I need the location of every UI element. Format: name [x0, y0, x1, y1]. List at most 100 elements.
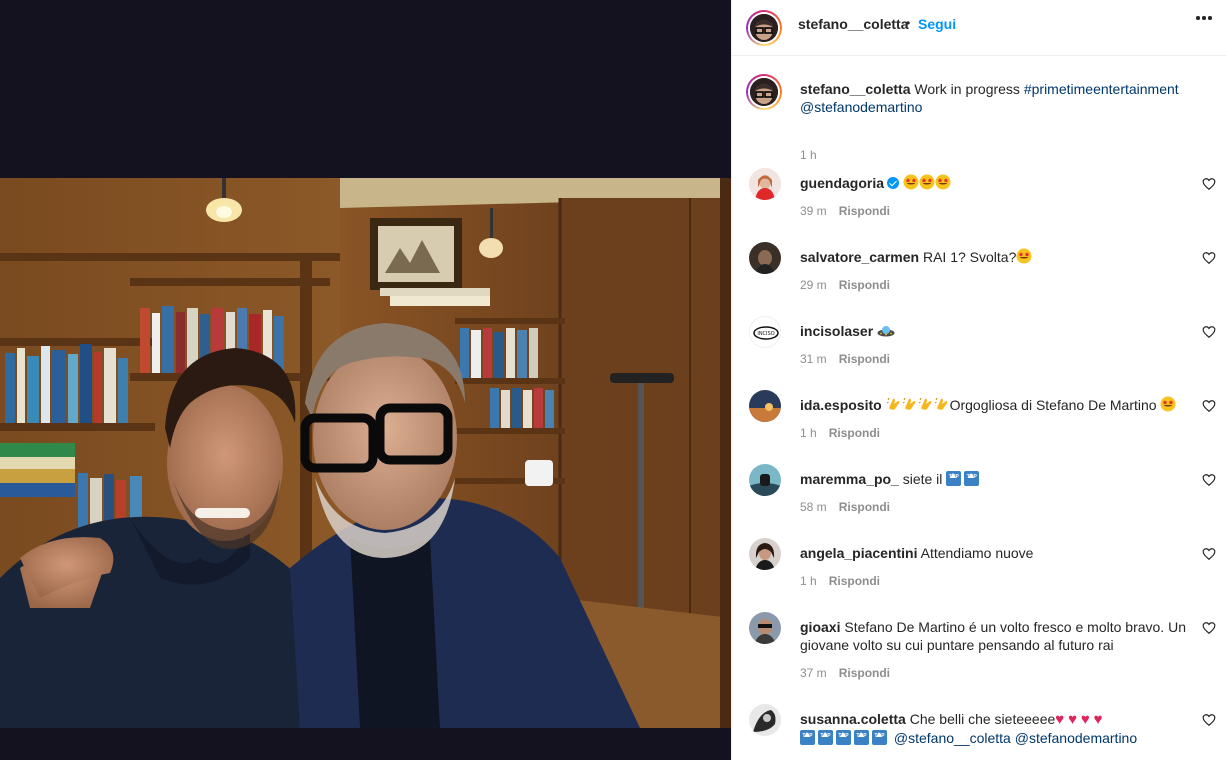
comment-username[interactable]: susanna.coletta: [800, 711, 906, 727]
comment-text: salvatore_carmen RAI 1? Svolta?: [800, 248, 1195, 268]
comment-username[interactable]: guendagoria: [800, 175, 884, 191]
verified-badge-icon: [887, 177, 900, 189]
caption-username[interactable]: stefano__coletta: [800, 81, 910, 97]
like-heart-icon[interactable]: [1202, 621, 1216, 635]
flying-saucer-emoji-icon: [877, 324, 895, 342]
comment-username[interactable]: incisolaser: [800, 323, 873, 339]
avatar-image: [749, 612, 781, 644]
clapping-hands-emoji-icon: [918, 396, 934, 416]
comment-meta: 31 m Rispondi: [800, 352, 890, 366]
more-options-icon[interactable]: [1194, 14, 1214, 34]
top-arrow-emoji-icon: [872, 727, 887, 745]
follow-button[interactable]: Segui: [918, 16, 956, 32]
like-heart-icon[interactable]: [1202, 325, 1216, 339]
avatar-image: [749, 390, 781, 422]
author-avatar-image: [750, 14, 778, 42]
comment-text: incisolaser: [800, 322, 1195, 342]
like-heart-icon[interactable]: [1202, 473, 1216, 487]
like-heart-icon[interactable]: [1202, 547, 1216, 561]
reply-button[interactable]: Rispondi: [829, 574, 880, 588]
comment-body: Stefano De Martino é un volto fresco e m…: [800, 619, 1186, 653]
reply-button[interactable]: Rispondi: [839, 204, 890, 218]
clapping-hands-emoji-icon: [886, 396, 902, 416]
comment-text: angela_piacentini Attendiamo nuove: [800, 544, 1195, 562]
comment-meta: 37 m Rispondi: [800, 666, 890, 680]
reply-button[interactable]: Rispondi: [839, 500, 890, 514]
comment-time[interactable]: 31 m: [800, 352, 827, 366]
reply-button[interactable]: Rispondi: [839, 666, 890, 680]
comment-username[interactable]: maremma_po_: [800, 471, 899, 487]
clapping-hands-emoji-icon: [902, 396, 918, 416]
instagram-post-view: stefano__coletta • Segui stefano__colett…: [0, 0, 1226, 760]
comment-avatar[interactable]: [749, 538, 781, 570]
avatar-image: [749, 464, 781, 496]
comment-avatar[interactable]: [749, 390, 781, 422]
red-heart-emoji-icon: ♥: [1055, 711, 1065, 728]
caption-author-avatar[interactable]: [746, 74, 782, 110]
post-media: [0, 0, 731, 760]
comment-username[interactable]: salvatore_carmen: [800, 249, 919, 265]
caption-time[interactable]: 1 h: [800, 148, 817, 162]
comment-meta: 39 m Rispondi: [800, 204, 890, 218]
comment-time[interactable]: 29 m: [800, 278, 827, 292]
red-heart-emoji-icon: ♥: [1093, 711, 1103, 728]
like-heart-icon[interactable]: [1202, 251, 1216, 265]
comment-time[interactable]: 39 m: [800, 204, 827, 218]
star-struck-emoji-icon: [935, 174, 951, 194]
like-heart-icon[interactable]: [1202, 177, 1216, 191]
reply-button[interactable]: Rispondi: [839, 278, 890, 292]
caption-avatar-image: [750, 78, 778, 106]
caption-hashtag[interactable]: #primetimeentertainment: [1024, 81, 1179, 97]
red-heart-emoji-icon: ♥: [1068, 711, 1077, 728]
caption-body: Work in progress: [910, 81, 1024, 97]
comment-avatar[interactable]: [749, 464, 781, 496]
caption-mention[interactable]: @stefanodemartino: [800, 99, 922, 115]
like-heart-icon[interactable]: [1202, 399, 1216, 413]
author-username[interactable]: stefano__coletta: [798, 16, 908, 32]
post-panel: stefano__coletta • Segui stefano__colett…: [731, 0, 1226, 760]
comment-body: siete il: [902, 471, 943, 487]
comment-username[interactable]: angela_piacentini: [800, 545, 917, 561]
top-arrow-emoji-icon: [836, 727, 851, 745]
comment-text: susanna.coletta Che belli che sieteeeee♥…: [800, 710, 1195, 747]
comment-avatar[interactable]: [749, 612, 781, 644]
star-struck-emoji-icon: [903, 174, 919, 194]
comment-avatar[interactable]: [749, 242, 781, 274]
avatar-image: [749, 538, 781, 570]
star-struck-emoji-icon: [1160, 396, 1176, 416]
selfie-photo-illustration: [0, 178, 731, 728]
svg-text:INCISO: INCISO: [757, 331, 774, 337]
comment-time[interactable]: 37 m: [800, 666, 827, 680]
reply-button[interactable]: Rispondi: [839, 352, 890, 366]
comment-avatar[interactable]: INCISO: [749, 316, 781, 348]
separator-dot: •: [906, 16, 911, 30]
comment-mentions[interactable]: @stefano__coletta @stefanodemartino: [894, 730, 1137, 746]
avatar-image: INCISO: [750, 317, 780, 347]
author-avatar[interactable]: [746, 10, 782, 46]
top-arrow-emoji-icon: [818, 727, 833, 745]
comment-username[interactable]: ida.esposito: [800, 397, 882, 413]
like-heart-icon[interactable]: [1202, 713, 1216, 727]
comment-username[interactable]: gioaxi: [800, 619, 840, 635]
comment-body: Che belli che sieteeeee: [909, 711, 1056, 727]
comment-avatar[interactable]: [749, 704, 781, 736]
top-arrow-emoji-icon: [800, 727, 815, 745]
top-arrow-emoji-icon: [854, 727, 869, 745]
clapping-hands-emoji-icon: [934, 396, 950, 416]
red-heart-emoji-icon: ♥: [1080, 711, 1090, 728]
comment-time[interactable]: 1 h: [800, 574, 817, 588]
top-arrow-emoji-icon: [964, 468, 980, 486]
comment-meta: 1 h Rispondi: [800, 574, 880, 588]
reply-button[interactable]: Rispondi: [829, 426, 880, 440]
comment-body: RAI 1? Svolta?: [922, 249, 1017, 265]
comment-body: Orgogliosa di Stefano De Martino: [949, 397, 1157, 413]
comment-time[interactable]: 1 h: [800, 426, 817, 440]
comments-scroll-area[interactable]: stefano__coletta Work in progress #prime…: [732, 56, 1226, 760]
avatar-image: [749, 242, 781, 274]
caption-text: stefano__coletta Work in progress #prime…: [800, 80, 1200, 116]
comment-avatar[interactable]: [749, 168, 781, 200]
post-photo[interactable]: [0, 178, 731, 728]
comment-time[interactable]: 58 m: [800, 500, 827, 514]
star-struck-emoji-icon: [1016, 248, 1032, 268]
comment-text: guendagoria: [800, 174, 1195, 194]
